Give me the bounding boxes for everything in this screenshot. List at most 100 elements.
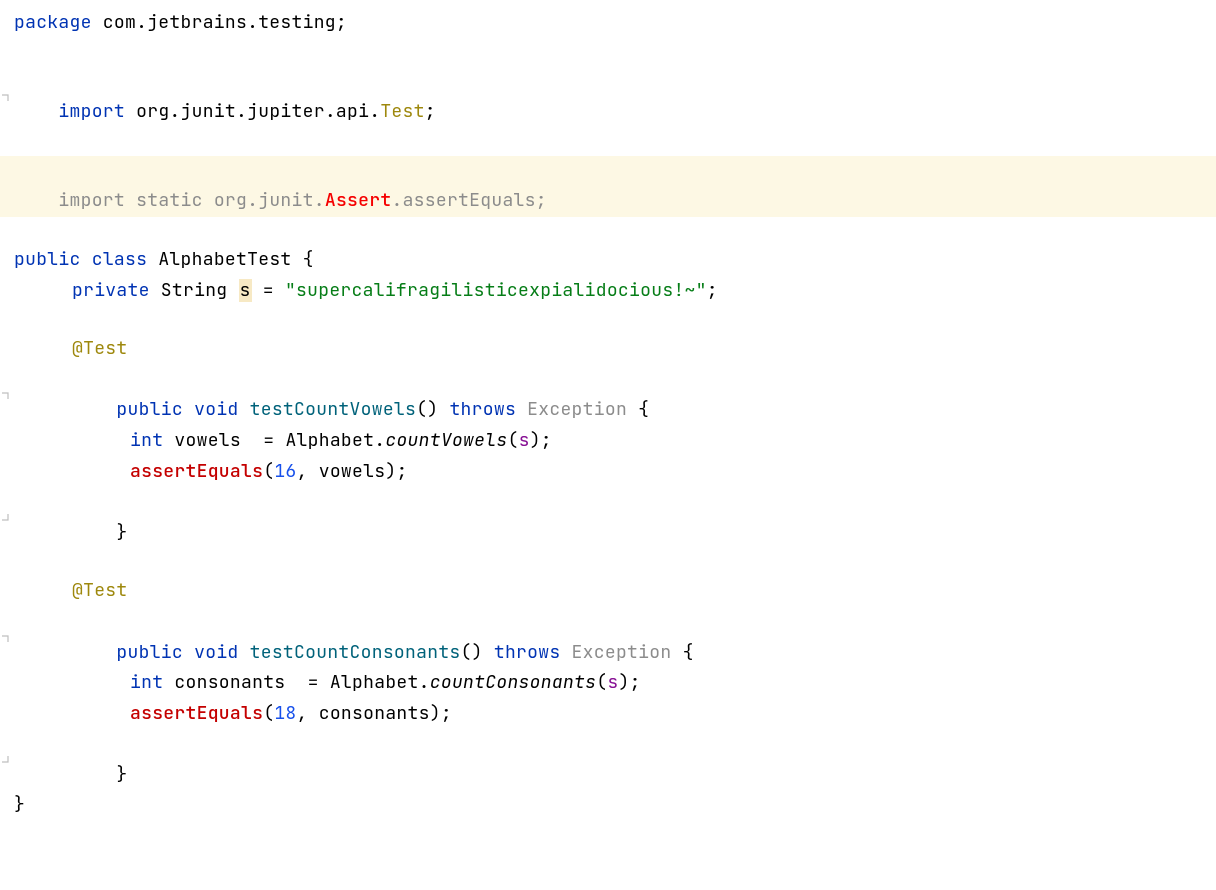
- class-ref: Alphabet: [285, 429, 374, 452]
- arg-consonants: consonants: [308, 702, 430, 725]
- annotation-test: @Test: [72, 579, 128, 602]
- keyword-private: private: [72, 279, 150, 302]
- semicolon: ;: [336, 11, 347, 34]
- code-line[interactable]: }: [14, 729, 1216, 790]
- keyword-void: void: [194, 641, 238, 664]
- import-package: org.junit.jupiter.api.: [125, 100, 380, 123]
- code-line-blank[interactable]: [14, 306, 1216, 334]
- var-vowels: vowels: [163, 429, 252, 452]
- number-16: 16: [274, 460, 296, 483]
- code-line[interactable]: public void testCountVowels() throws Exc…: [14, 365, 1216, 426]
- arg-s: s: [607, 671, 618, 694]
- number-18: 18: [274, 702, 296, 725]
- keyword-public: public: [14, 248, 81, 271]
- space: [483, 641, 494, 664]
- equals: =: [252, 279, 285, 302]
- method-name: testCountConsonants: [239, 641, 461, 664]
- space: [125, 189, 136, 212]
- dot: .: [374, 429, 385, 452]
- string-literal: "supercalifragilisticexpialidocious!~": [285, 279, 707, 302]
- code-line-blank[interactable]: [14, 39, 1216, 67]
- paren-close: ): [385, 460, 396, 483]
- paren-close: ): [618, 671, 629, 694]
- brace-open: {: [638, 398, 649, 421]
- keyword-static: static: [136, 189, 203, 212]
- code-line[interactable]: int vowels = Alphabet.countVowels(s);: [14, 426, 1216, 457]
- comma: ,: [297, 702, 308, 725]
- space: [81, 248, 92, 271]
- arg-vowels: vowels: [308, 460, 386, 483]
- keyword-int: int: [130, 671, 163, 694]
- semicolon: ;: [425, 100, 436, 123]
- code-line[interactable]: assertEquals(18, consonants);: [14, 699, 1216, 730]
- intention-bulb[interactable]: [46, 132, 64, 152]
- paren-close: ): [530, 429, 541, 452]
- paren-open: (: [596, 671, 607, 694]
- keyword-import: import: [58, 100, 125, 123]
- paren-open: (: [263, 460, 274, 483]
- brace-close: }: [14, 793, 25, 816]
- package-name: com.jetbrains.testing: [92, 11, 336, 34]
- code-line[interactable]: assertEquals(16, vowels);: [14, 457, 1216, 488]
- assert-call: assertEquals: [130, 702, 263, 725]
- import-error-class: Assert: [325, 189, 392, 212]
- code-line-blank[interactable]: [14, 217, 1216, 245]
- code-line[interactable]: import org.junit.jupiter.api.Test;: [14, 67, 1216, 128]
- code-line[interactable]: @Test: [14, 576, 1216, 607]
- keyword-import: import: [58, 189, 125, 212]
- arg-s: s: [519, 429, 530, 452]
- semicolon: ;: [396, 460, 407, 483]
- equals: =: [252, 429, 285, 452]
- exception-type: Exception: [516, 398, 638, 421]
- dot: .: [419, 671, 430, 694]
- equals: =: [297, 671, 330, 694]
- import-class: Test: [380, 100, 424, 123]
- brace-close: }: [116, 763, 127, 786]
- paren-open: (: [507, 429, 518, 452]
- assert-call: assertEquals: [130, 460, 263, 483]
- field-s-warning: s: [239, 279, 252, 302]
- comma: ,: [297, 460, 308, 483]
- parens: (): [461, 641, 483, 664]
- class-ref: Alphabet: [330, 671, 419, 694]
- space: [183, 398, 194, 421]
- code-line[interactable]: int consonants = Alphabet.countConsonant…: [14, 668, 1216, 699]
- semicolon: ;: [441, 702, 452, 725]
- type-string: String: [150, 279, 239, 302]
- semicolon: ;: [707, 279, 718, 302]
- semicolon: ;: [541, 429, 552, 452]
- brace-open: {: [303, 248, 314, 271]
- gutter-fold-icon: [0, 388, 10, 402]
- code-line-blank[interactable]: [14, 548, 1216, 576]
- gutter-fold-icon: [0, 631, 10, 645]
- gutter-fold-icon: [0, 753, 10, 767]
- keyword-throws: throws: [494, 641, 561, 664]
- import-method: assertEquals: [403, 189, 536, 212]
- code-line[interactable]: }: [14, 487, 1216, 548]
- semicolon: ;: [536, 189, 547, 212]
- code-line[interactable]: @Test: [14, 334, 1216, 365]
- keyword-class: class: [92, 248, 148, 271]
- code-line-error[interactable]: import static org.junit.Assert.assertEqu…: [0, 156, 1216, 217]
- method-call: countConsonants: [430, 671, 597, 694]
- keyword-public: public: [116, 398, 183, 421]
- code-editor[interactable]: package com.jetbrains.testing; import or…: [0, 0, 1216, 821]
- class-name: AlphabetTest: [147, 248, 302, 271]
- keyword-void: void: [194, 398, 238, 421]
- keyword-package: package: [14, 11, 92, 34]
- method-name: testCountVowels: [239, 398, 417, 421]
- keyword-int: int: [130, 429, 163, 452]
- method-call: countVowels: [385, 429, 507, 452]
- code-line[interactable]: package com.jetbrains.testing;: [14, 8, 1216, 39]
- code-line[interactable]: [14, 128, 1216, 156]
- code-line[interactable]: private String s = "supercalifragilistic…: [14, 276, 1216, 307]
- space: [183, 641, 194, 664]
- dot: .: [391, 189, 402, 212]
- code-line[interactable]: }: [14, 790, 1216, 821]
- brace-open: {: [683, 641, 694, 664]
- code-line[interactable]: public class AlphabetTest {: [14, 245, 1216, 276]
- semicolon: ;: [630, 671, 641, 694]
- paren-open: (: [263, 702, 274, 725]
- gutter-fold-icon: [0, 90, 10, 104]
- code-line[interactable]: public void testCountConsonants() throws…: [14, 607, 1216, 668]
